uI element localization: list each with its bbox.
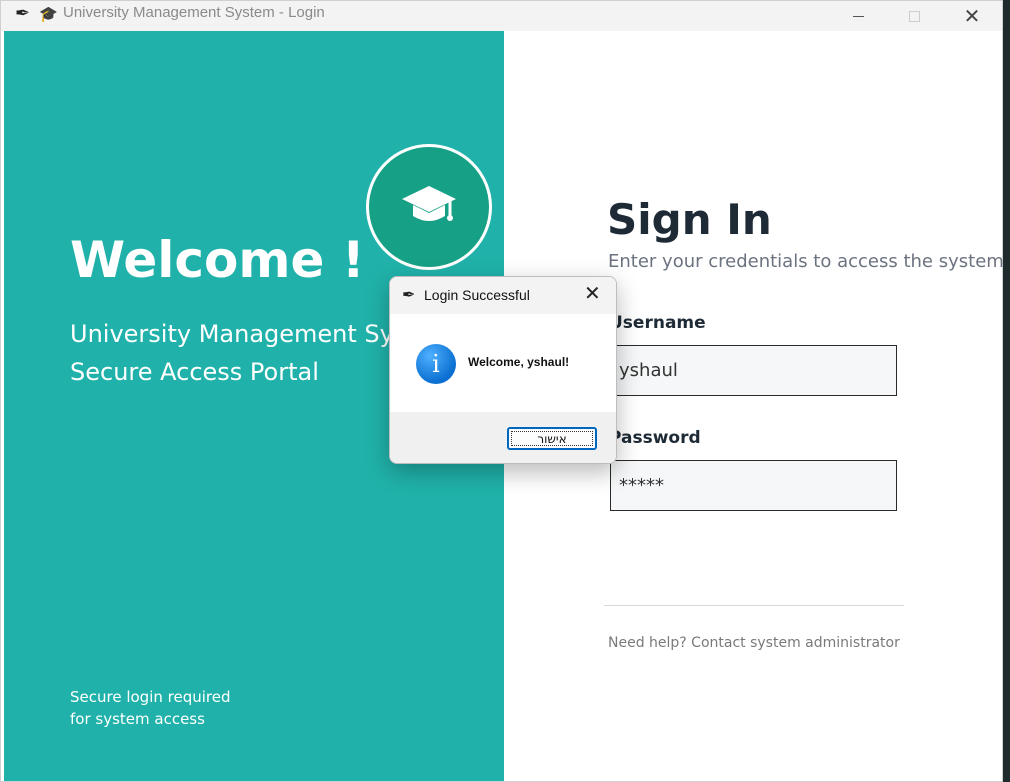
footnote: Secure login required for system access (70, 686, 231, 730)
login-success-dialog: ✒ Login Successful ✕ i Welcome, yshaul! … (389, 276, 617, 464)
subtitle-line-1: University Management Sys (70, 320, 407, 348)
close-button[interactable]: ✕ (949, 1, 995, 31)
username-label: Username (609, 313, 706, 333)
graduation-cap-icon: 🎓 (39, 5, 58, 23)
dialog-title: Login Successful (424, 287, 530, 303)
password-field[interactable]: ***** (610, 460, 897, 511)
sign-in-title: Sign In (607, 195, 772, 244)
dialog-footer: אישור (390, 412, 616, 463)
dialog-body: i Welcome, yshaul! (390, 314, 616, 412)
footnote-line-2: for system access (70, 710, 205, 728)
minimize-button[interactable] (835, 1, 881, 31)
sign-in-subtitle: Enter your credentials to access the sys… (608, 251, 1004, 272)
graduation-cap-icon (402, 186, 456, 221)
maximize-button[interactable] (891, 1, 937, 31)
dialog-close-button[interactable]: ✕ (584, 283, 601, 303)
ok-button[interactable]: אישור (507, 427, 597, 450)
window-title: University Management System - Login (63, 4, 325, 21)
username-field[interactable]: yshaul (610, 345, 897, 396)
maximize-icon (908, 10, 920, 22)
divider (604, 605, 904, 606)
welcome-subtitle: University Management Sys Secure Access … (70, 315, 406, 391)
feather-icon: ✒ (15, 3, 31, 24)
title-bar: ✒ 🎓 University Management System - Login… (1, 1, 1002, 31)
dialog-title-bar: ✒ Login Successful ✕ (390, 277, 616, 314)
logo (366, 144, 492, 270)
help-text: Need help? Contact system administrator (608, 635, 900, 651)
subtitle-line-2: Secure Access Portal (70, 358, 319, 386)
feather-icon: ✒ (402, 285, 416, 304)
welcome-heading: Welcome ! (70, 231, 365, 289)
close-icon: ✕ (963, 4, 981, 28)
minimize-icon (852, 15, 864, 17)
info-icon: i (416, 344, 456, 384)
footnote-line-1: Secure login required (70, 688, 231, 706)
password-label: Password (609, 428, 701, 448)
dialog-message: Welcome, yshaul! (468, 355, 570, 369)
